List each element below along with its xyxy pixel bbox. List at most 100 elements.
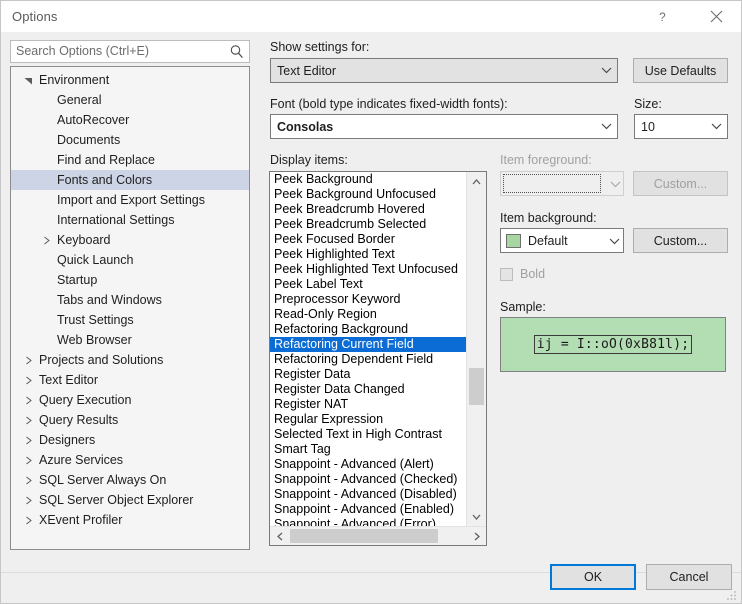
scroll-down-icon[interactable] bbox=[467, 507, 486, 526]
chevron-collapsed-icon[interactable] bbox=[21, 390, 35, 410]
color-swatch-icon bbox=[506, 233, 521, 248]
display-item[interactable]: Snappoint - Advanced (Error) bbox=[270, 517, 466, 526]
display-items-list[interactable]: Peek Background Peek Background Unfocused… bbox=[270, 172, 466, 526]
tree-item-general[interactable]: General bbox=[11, 90, 249, 110]
chevron-collapsed-icon[interactable] bbox=[21, 490, 35, 510]
tree-item-documents[interactable]: Documents bbox=[11, 130, 249, 150]
display-item[interactable]: Peek Highlighted Text bbox=[270, 247, 466, 262]
chevron-collapsed-icon[interactable] bbox=[21, 450, 35, 470]
use-defaults-button[interactable]: Use Defaults bbox=[633, 58, 728, 83]
tree-item-xevent-profiler[interactable]: XEvent Profiler bbox=[11, 510, 249, 530]
display-item[interactable]: Register Data Changed bbox=[270, 382, 466, 397]
display-items-listbox[interactable]: Peek Background Peek Background Unfocused… bbox=[269, 171, 487, 546]
search-icon bbox=[229, 44, 244, 59]
sample-preview: ij = I::oO(0xB81l); bbox=[500, 317, 726, 372]
close-button[interactable] bbox=[694, 1, 739, 32]
chevron-collapsed-icon[interactable] bbox=[21, 510, 35, 530]
display-item[interactable]: Snappoint - Advanced (Disabled) bbox=[270, 487, 466, 502]
size-combo[interactable]: 10 bbox=[634, 114, 728, 139]
tree-item-designers[interactable]: Designers bbox=[11, 430, 249, 450]
tree-item-projects-and-solutions[interactable]: Projects and Solutions bbox=[11, 350, 249, 370]
chevron-collapsed-icon[interactable] bbox=[21, 470, 35, 490]
display-item[interactable]: Snappoint - Advanced (Enabled) bbox=[270, 502, 466, 517]
tree-item-label: SQL Server Object Explorer bbox=[39, 493, 194, 507]
tree-item-query-execution[interactable]: Query Execution bbox=[11, 390, 249, 410]
tree-item-import-and-export-settings[interactable]: Import and Export Settings bbox=[11, 190, 249, 210]
tree-item-label: AutoRecover bbox=[57, 113, 130, 127]
display-item[interactable]: Peek Highlighted Text Unfocused bbox=[270, 262, 466, 277]
display-item[interactable]: Peek Background bbox=[270, 172, 466, 187]
display-items-horizontal-scrollbar[interactable] bbox=[270, 526, 486, 545]
chevron-down-icon bbox=[595, 67, 617, 74]
tree-item-tabs-and-windows[interactable]: Tabs and Windows bbox=[11, 290, 249, 310]
chevron-collapsed-icon[interactable] bbox=[21, 430, 35, 450]
chevron-collapsed-icon[interactable] bbox=[21, 350, 35, 370]
tree-item-startup[interactable]: Startup bbox=[11, 270, 249, 290]
help-button[interactable]: ? bbox=[640, 1, 685, 32]
bold-checkbox-row[interactable]: Bold bbox=[500, 267, 545, 281]
chevron-collapsed-icon[interactable] bbox=[21, 410, 35, 430]
display-item[interactable]: Selected Text in High Contrast bbox=[270, 427, 466, 442]
category-tree[interactable]: Environment General AutoRecover Documents Fi… bbox=[10, 66, 250, 550]
item-background-custom-button[interactable]: Custom... bbox=[633, 228, 728, 253]
tree-item-query-results[interactable]: Query Results bbox=[11, 410, 249, 430]
display-items-vertical-scrollbar[interactable] bbox=[466, 172, 486, 526]
search-box[interactable] bbox=[10, 40, 250, 63]
search-input[interactable] bbox=[16, 44, 221, 58]
item-foreground-combo[interactable] bbox=[500, 171, 624, 196]
display-item[interactable]: Refactoring Background bbox=[270, 322, 466, 337]
scroll-up-icon[interactable] bbox=[467, 172, 486, 191]
chevron-down-icon bbox=[595, 123, 617, 130]
display-item[interactable]: Snappoint - Advanced (Alert) bbox=[270, 457, 466, 472]
tree-item-label: Keyboard bbox=[57, 233, 111, 247]
display-item[interactable]: Snappoint - Advanced (Checked) bbox=[270, 472, 466, 487]
ok-button[interactable]: OK bbox=[550, 564, 636, 590]
display-item[interactable]: Peek Breadcrumb Selected bbox=[270, 217, 466, 232]
display-item[interactable]: Refactoring Current Field bbox=[270, 337, 466, 352]
tree-item-autorecover[interactable]: AutoRecover bbox=[11, 110, 249, 130]
display-item[interactable]: Peek Focused Border bbox=[270, 232, 466, 247]
show-settings-combo[interactable]: Text Editor bbox=[270, 58, 618, 83]
tree-item-text-editor[interactable]: Text Editor bbox=[11, 370, 249, 390]
resize-grip-icon[interactable] bbox=[726, 589, 738, 601]
question-mark-icon: ? bbox=[659, 10, 666, 23]
scroll-right-icon[interactable] bbox=[467, 527, 486, 545]
display-item[interactable]: Peek Label Text bbox=[270, 277, 466, 292]
scroll-left-icon[interactable] bbox=[270, 527, 289, 545]
horizontal-scroll-thumb[interactable] bbox=[290, 529, 438, 543]
font-combo[interactable]: Consolas bbox=[270, 114, 618, 139]
display-items-label: Display items: bbox=[270, 153, 348, 167]
item-background-combo[interactable]: Default bbox=[500, 228, 624, 253]
display-item[interactable]: Peek Background Unfocused bbox=[270, 187, 466, 202]
display-item[interactable]: Read-Only Region bbox=[270, 307, 466, 322]
tree-item-web-browser[interactable]: Web Browser bbox=[11, 330, 249, 350]
display-item[interactable]: Smart Tag bbox=[270, 442, 466, 457]
bold-checkbox[interactable] bbox=[500, 267, 513, 281]
tree-item-quick-launch[interactable]: Quick Launch bbox=[11, 250, 249, 270]
chevron-collapsed-icon[interactable] bbox=[21, 370, 35, 390]
show-settings-value: Text Editor bbox=[277, 63, 337, 78]
tree-item-international-settings[interactable]: International Settings bbox=[11, 210, 249, 230]
tree-item-find-and-replace[interactable]: Find and Replace bbox=[11, 150, 249, 170]
tree-item-fonts-and-colors[interactable]: Fonts and Colors bbox=[11, 170, 249, 190]
tree-item-sql-server-always-on[interactable]: SQL Server Always On bbox=[11, 470, 249, 490]
chevron-collapsed-icon[interactable] bbox=[39, 230, 53, 250]
tree-item-trust-settings[interactable]: Trust Settings bbox=[11, 310, 249, 330]
tree-item-label: Import and Export Settings bbox=[57, 193, 205, 207]
cancel-button[interactable]: Cancel bbox=[646, 564, 732, 590]
tree-item-sql-server-object-explorer[interactable]: SQL Server Object Explorer bbox=[11, 490, 249, 510]
chevron-expanded-icon[interactable] bbox=[21, 70, 35, 90]
options-dialog: Options ? Environment General AutoRecover D… bbox=[0, 0, 742, 604]
tree-item-environment[interactable]: Environment bbox=[11, 70, 249, 90]
display-item[interactable]: Regular Expression bbox=[270, 412, 466, 427]
tree-item-azure-services[interactable]: Azure Services bbox=[11, 450, 249, 470]
display-item[interactable]: Peek Breadcrumb Hovered bbox=[270, 202, 466, 217]
display-item[interactable]: Refactoring Dependent Field bbox=[270, 352, 466, 367]
chevron-down-icon bbox=[705, 123, 727, 130]
display-item[interactable]: Preprocessor Keyword bbox=[270, 292, 466, 307]
tree-item-keyboard[interactable]: Keyboard bbox=[11, 230, 249, 250]
display-item[interactable]: Register Data bbox=[270, 367, 466, 382]
item-foreground-custom-button[interactable]: Custom... bbox=[633, 171, 728, 196]
display-item[interactable]: Register NAT bbox=[270, 397, 466, 412]
vertical-scroll-thumb[interactable] bbox=[469, 368, 484, 405]
